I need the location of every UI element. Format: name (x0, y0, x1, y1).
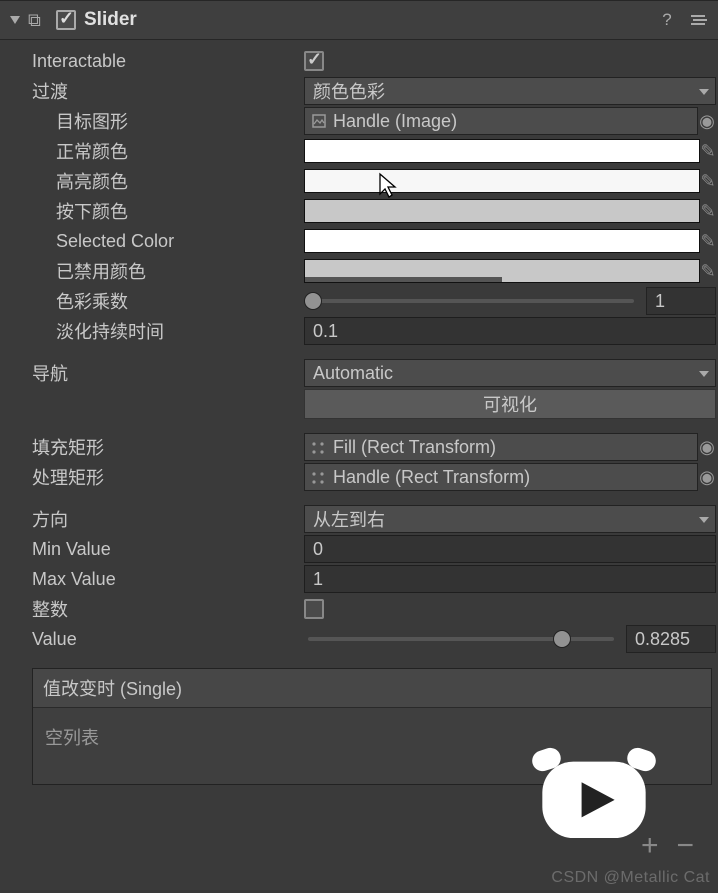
color-multiplier-value[interactable]: 1 (646, 287, 716, 315)
row-whole-numbers: 整数 (0, 594, 718, 624)
inspector-panel: ⧉ Slider ? Interactable 过渡 颜色色彩 目标图形 (0, 0, 718, 893)
eyedropper-icon[interactable]: ✎ (700, 171, 716, 192)
eyedropper-icon[interactable]: ✎ (700, 231, 716, 252)
row-direction: 方向 从左到右 (0, 504, 718, 534)
label-normal-color: 正常颜色 (56, 138, 304, 164)
interactable-checkbox[interactable] (304, 51, 324, 71)
row-selected-color: Selected Color ✎ (0, 226, 718, 256)
min-value-input[interactable]: 0 (304, 535, 716, 563)
label-value: Value (32, 629, 304, 650)
whole-numbers-checkbox[interactable] (304, 599, 324, 619)
label-direction: 方向 (32, 506, 304, 532)
row-transition: 过渡 颜色色彩 (0, 76, 718, 106)
label-highlight-color: 高亮颜色 (56, 168, 304, 194)
row-fill-rect: 填充矩形 Fill (Rect Transform) ◉ (0, 432, 718, 462)
normal-color-field[interactable] (304, 139, 700, 163)
color-multiplier-slider[interactable] (308, 299, 634, 303)
value-input[interactable]: 0.8285 (626, 625, 716, 653)
row-min-value: Min Value 0 (0, 534, 718, 564)
rect-transform-icon (311, 439, 327, 455)
max-value-input[interactable]: 1 (304, 565, 716, 593)
label-min-value: Min Value (32, 539, 304, 560)
eyedropper-icon[interactable]: ✎ (700, 261, 716, 282)
row-pressed-color: 按下颜色 ✎ (0, 196, 718, 226)
label-interactable: Interactable (32, 51, 304, 72)
play-logo-icon (532, 743, 656, 853)
fill-rect-field[interactable]: Fill (Rect Transform) (304, 433, 698, 461)
label-target-graphic: 目标图形 (56, 108, 304, 134)
label-pressed-color: 按下颜色 (56, 198, 304, 224)
label-whole-numbers: 整数 (32, 596, 304, 622)
label-selected-color: Selected Color (56, 231, 304, 252)
transition-dropdown[interactable]: 颜色色彩 (304, 77, 716, 105)
label-navigation: 导航 (32, 360, 304, 386)
direction-dropdown[interactable]: 从左到右 (304, 505, 716, 533)
row-navigation: 导航 Automatic (0, 358, 718, 388)
component-enable-checkbox[interactable] (56, 10, 76, 30)
label-transition: 过渡 (32, 78, 304, 104)
selected-color-field[interactable] (304, 229, 700, 253)
label-handle-rect: 处理矩形 (32, 464, 304, 490)
row-fade-duration: 淡化持续时间 0.1 (0, 316, 718, 346)
highlight-color-field[interactable] (304, 169, 700, 193)
label-max-value: Max Value (32, 569, 304, 590)
pressed-color-field[interactable] (304, 199, 700, 223)
watermark-text: CSDN @Metallic Cat (551, 869, 710, 887)
value-slider[interactable] (308, 637, 614, 641)
preset-icon[interactable] (688, 9, 710, 31)
event-header: 值改变时 (Single) (33, 669, 711, 708)
handle-rect-field[interactable]: Handle (Rect Transform) (304, 463, 698, 491)
object-picker-icon[interactable]: ◉ (698, 111, 716, 132)
foldout-arrow-icon[interactable] (8, 13, 22, 27)
target-graphic-field[interactable]: Handle (Image) (304, 107, 698, 135)
row-value: Value 0.8285 (0, 624, 718, 654)
rect-transform-icon (311, 469, 327, 485)
fade-duration-input[interactable]: 0.1 (304, 317, 716, 345)
row-handle-rect: 处理矩形 Handle (Rect Transform) ◉ (0, 462, 718, 492)
row-interactable: Interactable (0, 46, 718, 76)
label-color-multiplier: 色彩乘数 (56, 288, 304, 314)
component-header: ⧉ Slider ? (0, 0, 718, 40)
script-icon: ⧉ (28, 10, 48, 31)
row-max-value: Max Value 1 (0, 564, 718, 594)
component-title: Slider (84, 9, 656, 31)
row-highlight-color: 高亮颜色 ✎ (0, 166, 718, 196)
object-picker-icon[interactable]: ◉ (698, 437, 716, 458)
label-disabled-color: 已禁用颜色 (56, 258, 304, 284)
visualize-button[interactable]: 可视化 (304, 389, 716, 419)
eyedropper-icon[interactable]: ✎ (700, 141, 716, 162)
row-visualize: 可视化 (0, 388, 718, 420)
help-icon[interactable]: ? (656, 9, 678, 31)
component-body: Interactable 过渡 颜色色彩 目标图形 Handle (Image)… (0, 40, 718, 785)
object-picker-icon[interactable]: ◉ (698, 467, 716, 488)
row-normal-color: 正常颜色 ✎ (0, 136, 718, 166)
image-icon (311, 113, 327, 129)
label-fill-rect: 填充矩形 (32, 434, 304, 460)
label-fade-duration: 淡化持续时间 (56, 318, 304, 344)
row-target-graphic: 目标图形 Handle (Image) ◉ (0, 106, 718, 136)
row-color-multiplier: 色彩乘数 1 (0, 286, 718, 316)
remove-event-button[interactable]: − (676, 829, 694, 863)
eyedropper-icon[interactable]: ✎ (700, 201, 716, 222)
row-disabled-color: 已禁用颜色 ✎ (0, 256, 718, 286)
disabled-color-field[interactable] (304, 259, 700, 283)
navigation-dropdown[interactable]: Automatic (304, 359, 716, 387)
